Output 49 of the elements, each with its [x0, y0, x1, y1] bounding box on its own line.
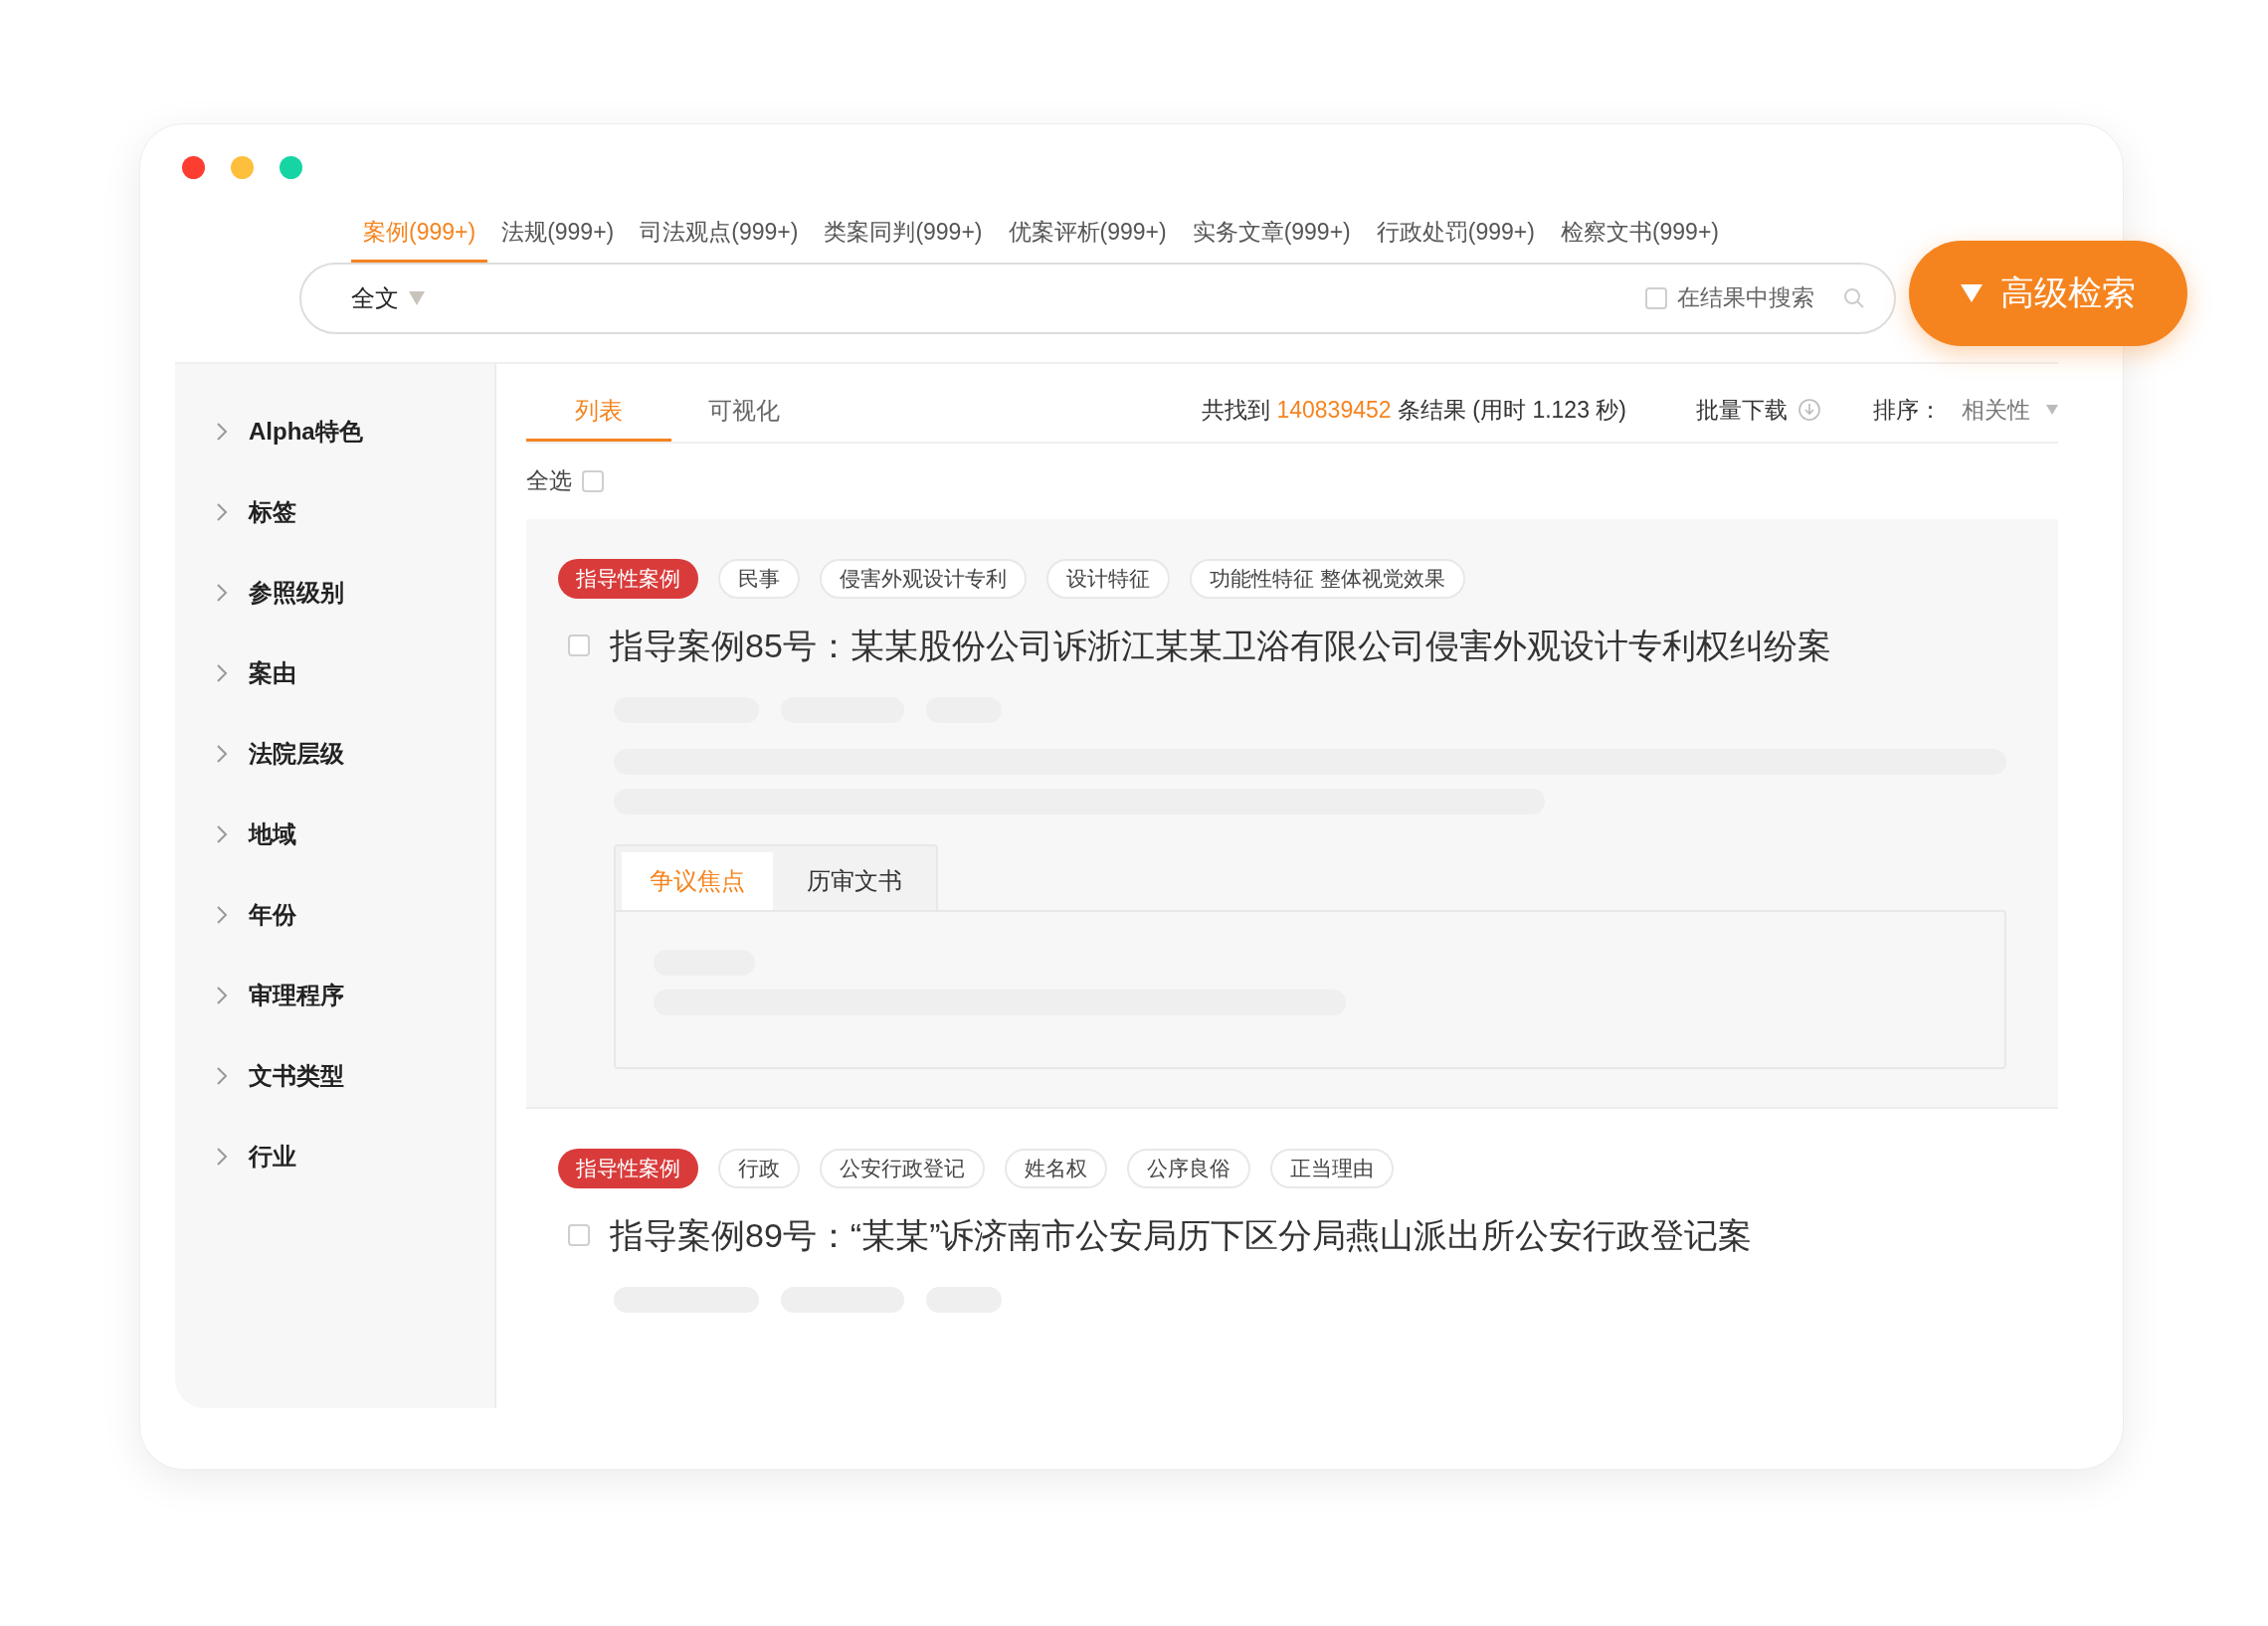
checkbox[interactable] [582, 469, 604, 492]
checkbox-label: 在结果中搜索 [1677, 283, 1814, 313]
filter-item[interactable]: Alpha特色 [175, 413, 494, 450]
case-tag[interactable]: 指导性案例 [558, 558, 698, 599]
filter-item[interactable]: 标签 [175, 493, 494, 530]
search-bar[interactable]: 全文 在结果中搜索 [299, 262, 1896, 334]
filter-item[interactable]: 行业 [175, 1138, 494, 1174]
filter-item[interactable]: 参照级别 [175, 574, 494, 611]
case-tag[interactable]: 功能性特征 整体视觉效果 [1190, 558, 1465, 599]
result-summary: 共找到 140839452 条结果 (用时 1.123 秒) [1202, 396, 1626, 425]
filter-item[interactable]: 地域 [175, 815, 494, 852]
scope-dropdown[interactable]: 全文 [351, 279, 425, 316]
category-tab[interactable]: 行政处罚(999+) [1364, 215, 1547, 263]
case-tag[interactable]: 设计特征 [1046, 558, 1170, 599]
case-title[interactable]: 指导案例85号：某某股份公司诉浙江某某卫浴有限公司侵害外观设计专利权纠纷案 [610, 620, 1831, 671]
category-tab[interactable]: 司法观点(999+) [628, 215, 811, 263]
checkbox[interactable] [1645, 286, 1667, 309]
category-tab[interactable]: 优案评析(999+) [996, 215, 1179, 263]
case-tag[interactable]: 公序良俗 [1127, 1148, 1250, 1188]
filter-item[interactable]: 法院层级 [175, 735, 494, 772]
sort-label: 排序： [1873, 396, 1942, 425]
batch-download-button[interactable]: 批量下载 [1696, 393, 1821, 442]
case-tag[interactable]: 公安行政登记 [820, 1148, 985, 1188]
category-tab[interactable]: 实务文章(999+) [1180, 215, 1363, 263]
caret-icon [1961, 283, 1983, 302]
category-tab[interactable]: 法规(999+) [489, 215, 627, 263]
filter-item[interactable]: 文书类型 [175, 1057, 494, 1094]
case-tag[interactable]: 侵害外观设计专利 [820, 558, 1027, 599]
caret-icon [409, 290, 425, 305]
download-icon [1797, 398, 1821, 423]
filter-item[interactable]: 审理程序 [175, 977, 494, 1013]
filter-item[interactable]: 年份 [175, 896, 494, 933]
search-icon[interactable] [1842, 285, 1866, 310]
category-tab[interactable]: 类案同判(999+) [812, 215, 995, 263]
sort-dropdown[interactable]: 相关性 [1962, 393, 2058, 442]
detail-tab[interactable]: 历审文书 [779, 851, 930, 910]
case-title[interactable]: 指导案例89号：“某某”诉济南市公安局历下区分局燕山派出所公安行政登记案 [610, 1209, 1753, 1261]
caret-icon [2046, 405, 2058, 416]
category-tab[interactable]: 检察文书(999+) [1548, 215, 1731, 263]
view-tab[interactable]: 可视化 [671, 392, 817, 442]
case-tag[interactable]: 正当理由 [1270, 1148, 1394, 1188]
filter-item[interactable]: 案由 [175, 654, 494, 691]
case-tag[interactable]: 行政 [718, 1148, 800, 1188]
case-tag[interactable]: 指导性案例 [558, 1148, 698, 1188]
checkbox[interactable] [568, 1224, 590, 1246]
select-all-label: 全选 [526, 466, 572, 496]
case-tag[interactable]: 民事 [718, 558, 800, 599]
case-tag[interactable]: 姓名权 [1005, 1148, 1107, 1188]
checkbox[interactable] [568, 634, 590, 656]
